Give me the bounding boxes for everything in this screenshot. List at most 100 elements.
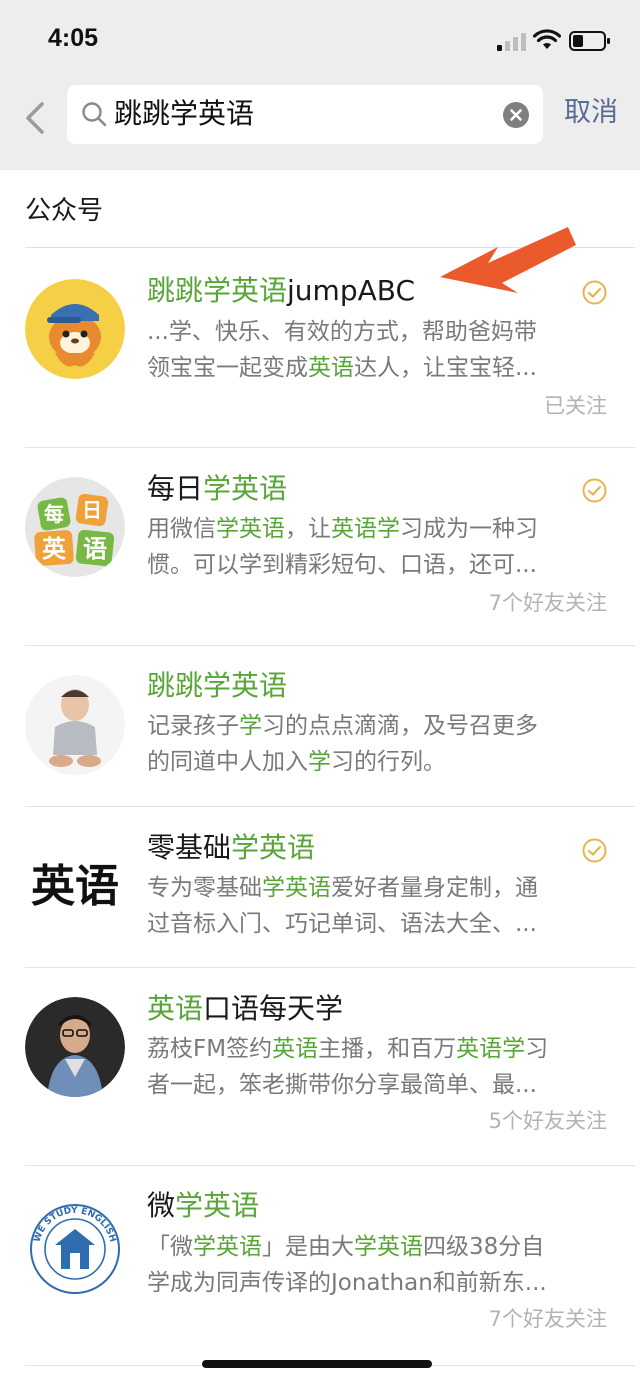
description-text: 「微 (147, 1234, 193, 1260)
account-name-part: 学英语 (203, 472, 288, 505)
description-text: 的同道中人加入 (147, 749, 308, 775)
account-description: 用微信学英语，让英语学习成为一种习惯。可以学到精彩短句、口语，还可... (147, 511, 599, 583)
description-text: ，让 (285, 516, 331, 542)
description-text: 英语学 (331, 516, 400, 542)
description-text: 习成为一种习 (400, 516, 538, 542)
baby-photo-icon (25, 675, 125, 775)
account-description: 记录孩子学习的点点滴滴，及号召更多 的同道中人加入学习的行列。 (147, 708, 599, 780)
account-name: 跳跳学英语 (147, 669, 287, 703)
account-list-item[interactable]: 每 日 英 语 每日学英语 用微信学英语，让英语学习成为一种习 惯。可以学到精彩短句… (0, 447, 640, 646)
account-name-part: 口语每天学 (203, 992, 344, 1025)
search-query-text[interactable]: 跳跳学英语 (114, 97, 254, 131)
cancel-button[interactable]: 取消 (564, 96, 618, 130)
description-line: ...学、快乐、有效的方式，帮助爸妈带 (147, 314, 599, 350)
account-name-part: 英语 (147, 992, 204, 1025)
follow-status: 7个好友关注 (488, 591, 607, 615)
description-text: 爱好者量身定制，通 (331, 875, 538, 901)
description-line: 惯。可以学到精彩短句、口语，还可... (147, 547, 599, 583)
description-line: 荔枝FM签约英语主播，和百万英语学习 (147, 1031, 599, 1067)
description-text: 习的行列。 (331, 749, 446, 775)
description-line: 「微学英语」是由大学英语四级38分自 (147, 1229, 599, 1265)
section-title: 公众号 (25, 196, 104, 226)
description-text: 专为零基础 (147, 875, 262, 901)
description-text: 学英语 (216, 516, 285, 542)
description-text: 学英语 (354, 1234, 423, 1260)
description-text: 主播，和百万 (318, 1036, 457, 1062)
description-text: 惯。可以学到精彩短句、口语，还可... (147, 552, 537, 578)
verified-check-icon (582, 838, 607, 863)
description-line: 专为零基础学英语爱好者量身定制，通 (147, 870, 599, 906)
account-name: 每日学英语 (147, 472, 287, 506)
svg-text:英: 英 (42, 535, 67, 563)
description-text: 达人，让宝宝轻... (354, 355, 537, 381)
account-list-item[interactable]: 跳跳学英语 记录孩子学习的点点滴滴，及号召更多 的同道中人加入学习的行列。 (0, 645, 640, 807)
account-name: 跳跳学英语jumpABC (147, 274, 415, 308)
account-name-part: 学英语 (231, 831, 316, 864)
description-text: 习的点点滴滴，及号召更多 (262, 713, 538, 739)
svg-text:语: 语 (83, 535, 107, 563)
description-line: 学成为同声传译的Jonathan和前新东... (147, 1265, 599, 1301)
tiger-cartoon-icon (25, 279, 125, 379)
account-list-item[interactable]: WE STUDY ENGLISH 微学英语 「微学英语」是由大学英语四级38分自学… (0, 1165, 640, 1366)
man-portrait-icon (25, 997, 125, 1097)
account-description: 荔枝FM签约英语主播，和百万英语学习者一起，笨老撕带你分享最简单、最... (147, 1031, 599, 1103)
description-text: 英语 (308, 355, 354, 381)
daily-english-logo-icon: 每 日 英 语 (25, 477, 125, 577)
description-text: 英语学 (456, 1036, 526, 1062)
description-text: 」是由大 (262, 1234, 354, 1260)
account-name: 零基础学英语 (147, 831, 315, 865)
description-line: 者一起，笨老撕带你分享最简单、最... (147, 1067, 599, 1103)
description-line: 的同道中人加入学习的行列。 (147, 744, 599, 780)
follow-status: 已关注 (544, 394, 607, 418)
description-text: 四级38分自 (423, 1234, 545, 1260)
search-input[interactable]: 跳跳学英语 (67, 85, 543, 144)
account-description: ...学、快乐、有效的方式，帮助爸妈带 领宝宝一起变成英语达人，让宝宝轻... (147, 314, 599, 386)
back-chevron-icon[interactable] (18, 98, 52, 138)
annotation-arrow-icon (440, 227, 576, 293)
description-text: 用微信 (147, 516, 216, 542)
cellular-signal-icon (497, 33, 527, 51)
description-line: 领宝宝一起变成英语达人，让宝宝轻... (147, 350, 599, 386)
description-line: 记录孩子学习的点点滴滴，及号召更多 (147, 708, 599, 744)
description-text: 学 (308, 749, 331, 775)
verified-check-icon (582, 478, 607, 503)
account-name-part: 零基础 (147, 831, 232, 864)
description-line: 过音标入门、巧记单词、语法大全、... (147, 906, 599, 942)
account-name-part: 跳跳学英语 (147, 669, 288, 702)
verified-check-icon (582, 280, 607, 305)
description-text: 英语 (272, 1036, 319, 1062)
follow-status: 7个好友关注 (488, 1307, 607, 1331)
description-text: 学成为同声传译的Jonathan和前新东... (147, 1270, 547, 1296)
account-name-part: 微 (147, 1189, 176, 1222)
description-text: 学 (239, 713, 262, 739)
account-description: 「微学英语」是由大学英语四级38分自 学成为同声传译的Jonathan和前新东..… (147, 1229, 599, 1301)
header-area: 4:05 跳跳学英语 取消 (0, 0, 640, 170)
account-name: 英语口语每天学 (147, 992, 343, 1026)
english-text-logo-icon: 英语 (25, 836, 125, 936)
account-name: 微学英语 (147, 1189, 259, 1223)
account-list-item[interactable]: 英语 零基础学英语 专为零基础学英语爱好者量身定制，通 过音标入门、巧记单词、语法大… (0, 806, 640, 968)
we-study-english-badge-icon: WE STUDY ENGLISH (25, 1199, 125, 1299)
clear-icon[interactable] (503, 102, 529, 128)
description-text: 荔枝FM签约 (147, 1036, 273, 1062)
home-indicator[interactable] (202, 1360, 432, 1368)
description-text: ...学、快乐、有效的方式，帮助爸妈带 (147, 319, 537, 345)
account-list: 跳跳学英语jumpABC ...学、快乐、有效的方式，帮助爸妈带 领宝宝一起变成英语… (0, 248, 640, 1366)
wifi-icon (533, 29, 561, 49)
svg-text:日: 日 (82, 498, 102, 522)
svg-text:英语: 英语 (31, 861, 119, 912)
description-text: 领宝宝一起变成 (147, 355, 308, 381)
account-description: 专为零基础学英语爱好者量身定制，通 过音标入门、巧记单词、语法大全、... (147, 870, 599, 942)
status-bar: 4:05 (0, 0, 640, 80)
account-name-part: 学英语 (175, 1189, 260, 1222)
search-icon (82, 102, 107, 127)
follow-status: 5个好友关注 (488, 1109, 607, 1133)
description-text: 者一起，笨老撕带你分享最简单、最... (147, 1072, 537, 1098)
description-text: 学英语 (193, 1234, 262, 1260)
battery-icon (569, 31, 610, 51)
account-name-part: 每日 (147, 472, 204, 505)
account-name-part: 跳跳学英语 (147, 274, 288, 307)
account-list-item[interactable]: 英语口语每天学 荔枝FM签约英语主播，和百万英语学习 者一起，笨老撕带你分享最简单、… (0, 967, 640, 1166)
account-name-part: jumpABC (287, 274, 416, 307)
description-text: 习 (525, 1036, 549, 1062)
